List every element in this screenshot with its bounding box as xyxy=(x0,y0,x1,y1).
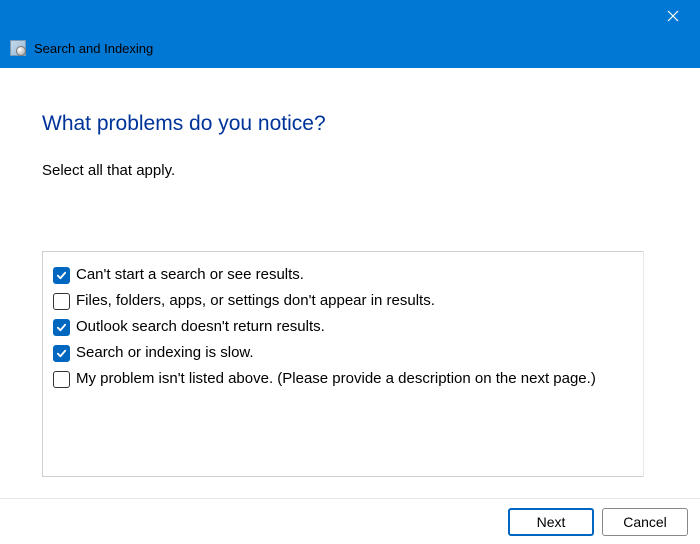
option-row: Can't start a search or see results. xyxy=(53,262,649,288)
title-bar: Search and Indexing xyxy=(0,0,700,68)
option-label[interactable]: Outlook search doesn't return results. xyxy=(76,316,325,338)
search-indexing-icon xyxy=(10,40,26,56)
option-checkbox[interactable] xyxy=(53,319,70,336)
option-row: My problem isn't listed above. (Please p… xyxy=(53,366,649,392)
option-row: Outlook search doesn't return results. xyxy=(53,314,649,340)
close-icon xyxy=(667,9,679,27)
options-list: Can't start a search or see results. File… xyxy=(42,251,660,477)
option-row: Files, folders, apps, or settings don't … xyxy=(53,288,649,314)
option-checkbox[interactable] xyxy=(53,345,70,362)
page-subheading: Select all that apply. xyxy=(42,162,658,179)
option-checkbox[interactable] xyxy=(53,371,70,388)
next-button[interactable]: Next xyxy=(508,508,594,536)
close-button[interactable] xyxy=(658,6,688,30)
content-area: What problems do you notice? Select all … xyxy=(0,68,700,477)
option-label[interactable]: Can't start a search or see results. xyxy=(76,264,304,286)
footer-bar: Next Cancel xyxy=(0,498,700,544)
cancel-button[interactable]: Cancel xyxy=(602,508,688,536)
page-heading: What problems do you notice? xyxy=(42,112,658,136)
option-label[interactable]: Search or indexing is slow. xyxy=(76,342,254,364)
option-label[interactable]: My problem isn't listed above. (Please p… xyxy=(76,368,596,390)
option-checkbox[interactable] xyxy=(53,293,70,310)
window-title: Search and Indexing xyxy=(34,41,153,56)
option-checkbox[interactable] xyxy=(53,267,70,284)
option-label[interactable]: Files, folders, apps, or settings don't … xyxy=(76,290,435,312)
title-row: Search and Indexing xyxy=(10,40,153,56)
option-row: Search or indexing is slow. xyxy=(53,340,649,366)
